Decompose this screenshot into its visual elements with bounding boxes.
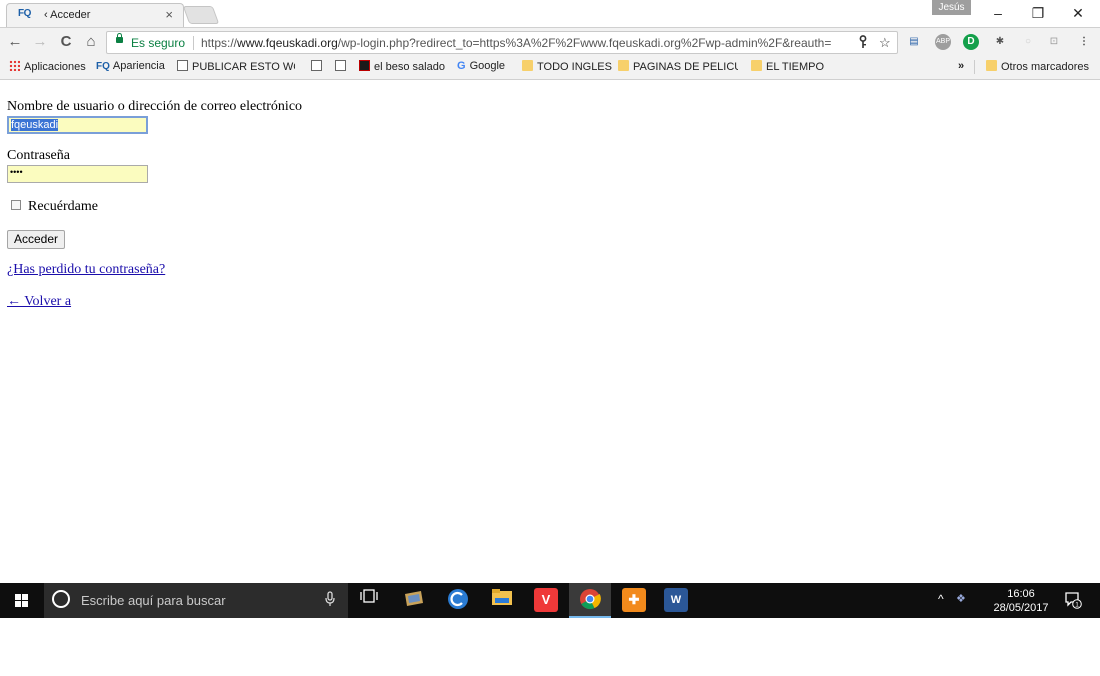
- minimize-button[interactable]: –: [978, 2, 1018, 24]
- url-text[interactable]: https://www.fqeuskadi.org/wp-login.php?r…: [201, 36, 853, 50]
- action-center-icon[interactable]: 1: [1064, 591, 1082, 609]
- page-icon: [177, 60, 188, 71]
- star-icon[interactable]: ☆: [879, 35, 891, 51]
- username-label: Nombre de usuario o dirección de correo …: [7, 99, 303, 114]
- other-bookmarks[interactable]: Otros marcadores: [986, 60, 1089, 76]
- task-view-icon[interactable]: [357, 588, 381, 612]
- folder-icon: [522, 60, 533, 71]
- forward-button[interactable]: →: [31, 32, 49, 52]
- clock[interactable]: 16:06 28/05/2017: [990, 587, 1052, 615]
- fq-favicon-icon: FQ: [18, 8, 31, 19]
- username-field[interactable]: fqeuskadi: [7, 116, 148, 134]
- chrome-icon[interactable]: [578, 588, 602, 612]
- divider: [974, 60, 975, 74]
- avast-shield-icon[interactable]: ✚: [622, 588, 646, 612]
- bookmark-todo-ingles[interactable]: TODO INGLES: [522, 60, 612, 76]
- tab-title: ‹ Acceder: [44, 9, 91, 21]
- bookmark-publicar[interactable]: PUBLICAR ESTO WOR: [177, 60, 295, 76]
- bookmark-blank-1[interactable]: [311, 60, 326, 76]
- extension-puzzle-icon[interactable]: ✱: [992, 34, 1008, 50]
- divider: [193, 36, 194, 50]
- password-label: Contraseña: [7, 148, 70, 163]
- extension-circle-icon[interactable]: ○: [1020, 34, 1036, 50]
- key-icon[interactable]: [858, 35, 868, 52]
- dropbox-tray-icon[interactable]: ❖: [956, 592, 966, 605]
- bookmark-paginas-de-peliculas[interactable]: PAGINAS DE PELICUL: [618, 60, 738, 76]
- adblock-icon[interactable]: ABP: [935, 34, 951, 50]
- extension-d-icon[interactable]: D: [963, 34, 979, 50]
- title-bar: FQ ‹ Acceder × Jesús – ❐ ✕: [0, 0, 1100, 27]
- extension-tray-icon[interactable]: ⊡: [1046, 34, 1062, 50]
- extension-news-icon[interactable]: ▤: [906, 34, 922, 50]
- notification-count: 1: [1075, 602, 1079, 609]
- word-icon[interactable]: W: [664, 588, 688, 612]
- clock-time: 16:06: [1007, 588, 1035, 600]
- search-placeholder: Escribe aquí para buscar: [81, 593, 226, 608]
- home-button[interactable]: ⌂: [82, 32, 100, 52]
- close-window-button[interactable]: ✕: [1058, 2, 1098, 24]
- apps-grid-icon: [9, 60, 20, 71]
- browser-tab[interactable]: FQ ‹ Acceder ×: [6, 3, 184, 27]
- secure-label[interactable]: Es seguro: [131, 36, 185, 50]
- bookmark-apariencia[interactable]: FQ Apariencia: [96, 60, 165, 76]
- google-icon: G: [457, 60, 466, 72]
- reload-button[interactable]: C: [57, 32, 75, 52]
- chrome-menu-icon[interactable]: ⋮: [1076, 34, 1092, 50]
- page-icon: [311, 60, 322, 71]
- fq-favicon-icon: FQ: [96, 61, 110, 72]
- lock-icon: [116, 33, 123, 43]
- bookmark-el-tiempo[interactable]: EL TIEMPO: [751, 60, 824, 76]
- microphone-icon[interactable]: [325, 591, 335, 610]
- site-favicon-icon: [359, 60, 370, 71]
- login-submit-button[interactable]: Acceder: [7, 230, 66, 249]
- tab-close-icon[interactable]: ×: [165, 7, 173, 22]
- taskbar: Escribe aquí para buscar V ✚ W ^ ❖ 16:06…: [0, 583, 1100, 618]
- page-icon: [335, 60, 346, 71]
- folder-icon: [751, 60, 762, 71]
- back-button[interactable]: ←: [6, 32, 24, 52]
- bookmark-el-beso-salado[interactable]: el beso salado: [359, 60, 445, 76]
- ccleaner-icon[interactable]: [446, 588, 470, 612]
- back-to-site-link[interactable]: ← Volver a: [7, 294, 71, 310]
- remember-me-label: Recuérdame: [28, 199, 98, 214]
- bookmarks-bar: Aplicaciones FQ Apariencia PUBLICAR ESTO …: [0, 56, 1100, 80]
- browser-toolbar: ← → C ⌂ Es seguro https://www.fqeuskadi.…: [0, 27, 1100, 56]
- profile-button[interactable]: Jesús: [932, 0, 971, 15]
- folder-icon: [986, 60, 997, 71]
- taskbar-search-box[interactable]: Escribe aquí para buscar: [44, 583, 348, 618]
- password-field[interactable]: ••••: [7, 165, 148, 183]
- tray-chevron-icon[interactable]: ^: [938, 592, 944, 606]
- remember-me-checkbox[interactable]: [11, 200, 21, 210]
- cortana-icon: [52, 590, 70, 608]
- bookmarks-overflow-button[interactable]: »: [958, 60, 964, 76]
- vivaldi-icon[interactable]: V: [534, 588, 558, 612]
- new-tab-button[interactable]: [182, 6, 220, 24]
- folder-icon: [618, 60, 629, 71]
- lost-password-link[interactable]: ¿Has perdido tu contraseña?: [7, 262, 165, 278]
- clock-date: 28/05/2017: [993, 602, 1049, 614]
- bookmark-google[interactable]: G Google: [457, 60, 505, 76]
- start-button[interactable]: [0, 583, 44, 618]
- file-explorer-icon[interactable]: [490, 588, 514, 612]
- restore-button[interactable]: ❐: [1018, 2, 1058, 24]
- bookmark-aplicaciones[interactable]: Aplicaciones: [9, 60, 86, 76]
- bookmark-blank-2[interactable]: [335, 60, 350, 76]
- address-bar[interactable]: Es seguro https://www.fqeuskadi.org/wp-l…: [106, 31, 898, 54]
- photos-app-icon[interactable]: [402, 588, 426, 612]
